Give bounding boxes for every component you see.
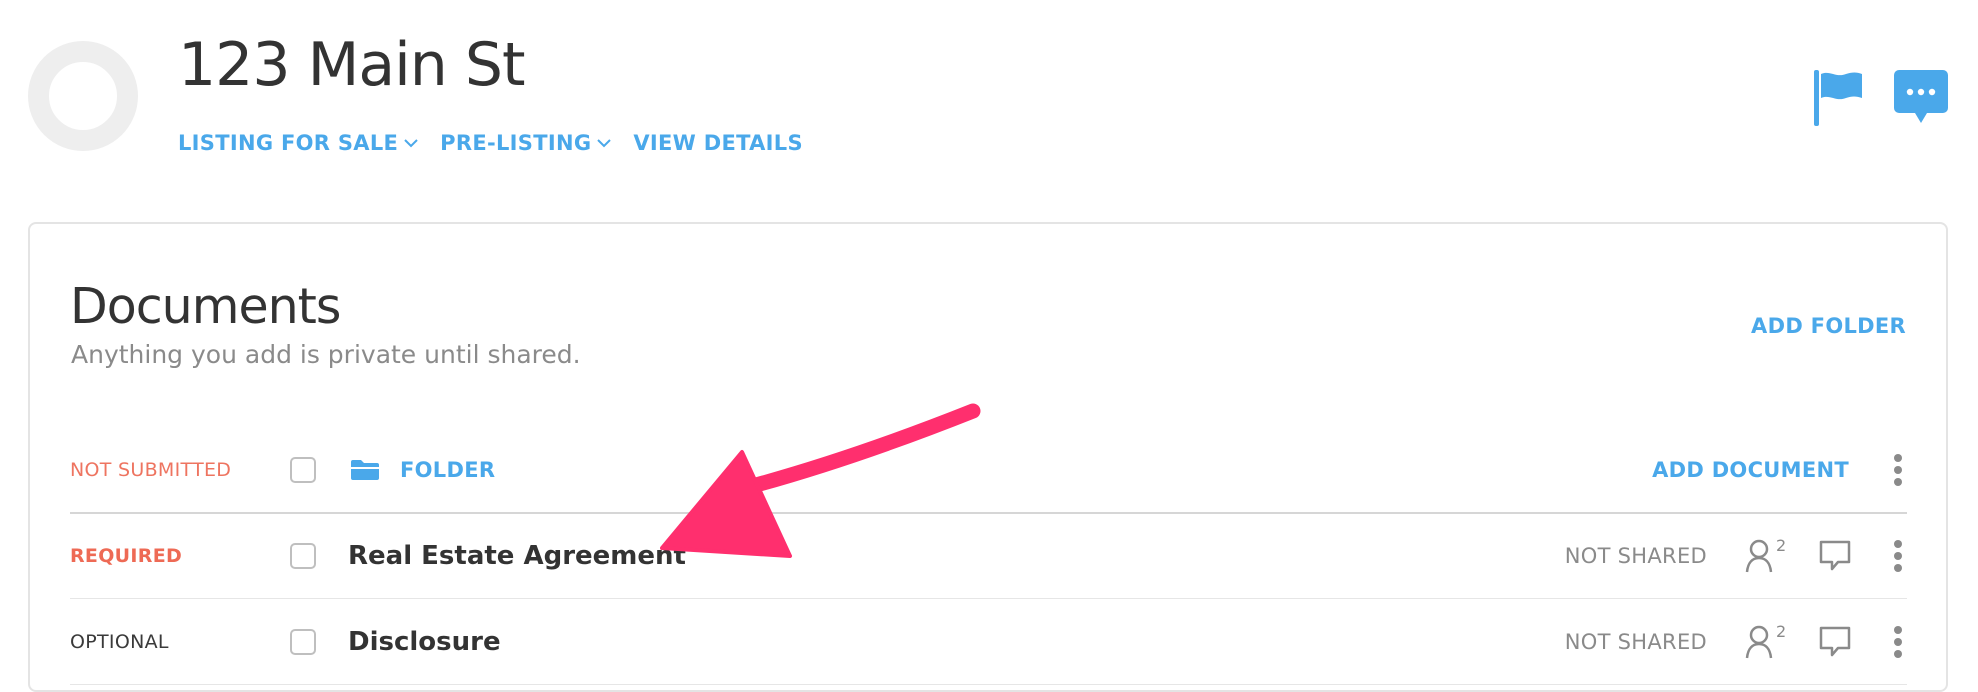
avatar [28,41,138,151]
document-checkbox[interactable] [290,543,316,569]
documents-panel: Documents Anything you add is private un… [28,222,1948,692]
person-icon [1745,539,1773,573]
folder-icon [351,460,379,480]
chevron-down-icon [597,139,612,148]
documents-subtitle: Anything you add is private until shared… [71,340,581,369]
more-options-icon[interactable] [1893,539,1903,573]
people-count: 2 [1776,622,1787,641]
document-name[interactable]: Disclosure [348,627,501,657]
page-title: 123 Main St [178,30,526,100]
document-name[interactable]: Real Estate Agreement [348,541,686,571]
listing-for-sale-label: LISTING FOR SALE [178,131,399,155]
folder-label[interactable]: FOLDER [400,458,495,482]
view-details-label: VIEW DETAILS [633,131,803,155]
more-options-icon[interactable] [1893,453,1903,487]
document-status: REQUIRED [70,545,183,567]
add-folder-button[interactable]: ADD FOLDER [1751,314,1906,338]
view-details-link[interactable]: VIEW DETAILS [633,131,803,155]
pre-listing-dropdown[interactable]: PRE-LISTING [440,131,612,155]
header-actions [1812,68,1949,130]
chevron-down-icon [404,139,418,148]
share-status: NOT SHARED [1564,544,1707,568]
add-document-button[interactable]: ADD DOCUMENT [1652,458,1849,482]
people-button[interactable]: 2 [1745,536,1789,574]
people-button[interactable]: 2 [1745,622,1789,660]
share-status: NOT SHARED [1564,630,1707,654]
more-options-icon[interactable] [1893,625,1903,659]
document-row: OPTIONAL Disclosure NOT SHARED 2 [70,600,1907,685]
document-checkbox[interactable] [290,629,316,655]
document-status: OPTIONAL [70,631,169,653]
subnav: LISTING FOR SALE PRE-LISTING VIEW DETAIL… [178,128,825,158]
folder-row: NOT SUBMITTED FOLDER ADD DOCUMENT [70,428,1907,514]
folder-status: NOT SUBMITTED [70,459,232,481]
folder-checkbox[interactable] [290,457,316,483]
comment-icon[interactable] [1819,626,1851,658]
chat-bubble-icon[interactable] [1893,68,1949,130]
documents-title: Documents [70,278,341,335]
document-row: REQUIRED Real Estate Agreement NOT SHARE… [70,514,1907,599]
people-count: 2 [1776,536,1787,555]
pre-listing-label: PRE-LISTING [440,131,592,155]
comment-icon[interactable] [1819,540,1851,572]
person-icon [1745,625,1773,659]
flag-icon[interactable] [1812,68,1864,128]
listing-for-sale-dropdown[interactable]: LISTING FOR SALE [178,131,418,155]
